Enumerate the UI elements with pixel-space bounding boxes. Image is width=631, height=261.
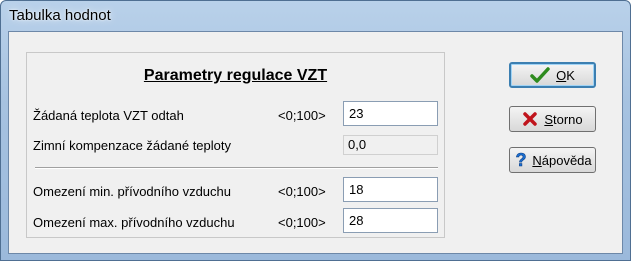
help-label: Nápověda	[532, 152, 592, 168]
question-icon: ?	[513, 151, 529, 169]
group-heading: Parametry regulace VZT	[143, 67, 328, 84]
label-min-supply-air: Omezení min. přívodního vzduchu	[33, 184, 231, 199]
range-max-supply-air: <0;100>	[278, 215, 326, 230]
cancel-button[interactable]: Storno	[509, 106, 596, 132]
label-desired-temperature: Žádaná teplota VZT odtah	[33, 108, 184, 123]
svg-text:?: ?	[516, 151, 527, 169]
cancel-label: Storno	[544, 111, 583, 127]
max-supply-air-input[interactable]	[343, 208, 438, 233]
dialog-client-area: Parametry regulace VZT Žádaná teplota VZ…	[8, 31, 623, 254]
ok-button[interactable]: OK	[509, 62, 596, 88]
min-supply-air-input[interactable]	[343, 177, 438, 202]
group-divider	[35, 167, 438, 169]
label-winter-compensation: Zimní kompenzace žádané teploty	[33, 138, 231, 153]
checkmark-icon	[530, 67, 550, 83]
dialog-window: Tabulka hodnot Parametry regulace VZT Žá…	[0, 0, 631, 261]
help-button[interactable]: ? Nápověda	[509, 147, 596, 173]
range-min-supply-air: <0;100>	[278, 184, 326, 199]
parameters-group: Parametry regulace VZT Žádaná teplota VZ…	[26, 52, 445, 238]
title-bar[interactable]: Tabulka hodnot	[1, 1, 630, 31]
winter-compensation-value: 0,0	[343, 135, 438, 155]
window-title: Tabulka hodnot	[9, 7, 111, 24]
x-icon	[522, 111, 538, 127]
range-desired-temperature: <0;100>	[278, 108, 326, 123]
ok-label: OK	[556, 67, 575, 83]
desired-temperature-input[interactable]	[343, 101, 438, 126]
label-max-supply-air: Omezení max. přívodního vzduchu	[33, 215, 235, 230]
